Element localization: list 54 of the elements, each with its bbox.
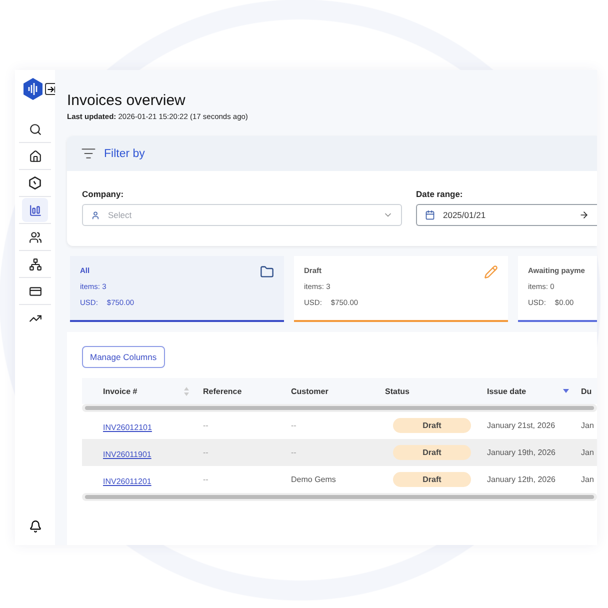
- users-icon: [28, 230, 42, 244]
- filter-header[interactable]: Filter by: [67, 136, 597, 171]
- page-title: Invoices overview: [67, 92, 186, 109]
- sidebar-item[interactable]: [22, 198, 48, 222]
- column-header[interactable]: Status: [385, 386, 479, 396]
- table-cell-text: --: [290, 448, 298, 457]
- hierarchy-icon: [28, 258, 42, 270]
- table-cell-text: Jan: [580, 448, 595, 457]
- column-header[interactable]: Du: [575, 386, 597, 396]
- home-icon: [28, 150, 42, 162]
- column-header[interactable]: Issue date: [479, 386, 575, 396]
- invoice-link[interactable]: INV26011201: [82, 476, 152, 486]
- date-input[interactable]: 2025/01/21: [441, 209, 573, 221]
- calendar-icon: [425, 210, 435, 220]
- arrow-right-icon: [579, 210, 589, 220]
- date-range-field[interactable]: 2025/01/21: [416, 204, 597, 226]
- table-cell-text: Jan: [580, 421, 595, 430]
- gauge-icon: [28, 176, 42, 190]
- invoice-link[interactable]: INV26012101: [82, 422, 152, 432]
- scrollbar[interactable]: [82, 493, 597, 501]
- notifications-button[interactable]: [28, 520, 42, 533]
- column-header[interactable]: Customer: [283, 386, 385, 396]
- table-cell-text: --: [202, 475, 210, 484]
- card-icon: [28, 284, 42, 298]
- filter-title: Filter by: [104, 148, 145, 160]
- column-header[interactable]: Reference: [195, 386, 283, 396]
- manage-columns-button[interactable]: Manage Columns: [82, 346, 165, 368]
- search-icon: [28, 122, 42, 136]
- date-range-label: Date range:: [416, 189, 464, 199]
- table-cell-text: January 21st, 2026: [486, 421, 556, 430]
- bar-chart-icon: [28, 204, 42, 216]
- table-cell-text: --: [290, 421, 298, 430]
- invoice-link[interactable]: INV26011901: [82, 450, 152, 458]
- sort-desc-icon: [563, 389, 569, 393]
- company-select[interactable]: Select: [82, 204, 402, 226]
- column-header[interactable]: Invoice #: [82, 386, 195, 396]
- table-cell-text: --: [202, 421, 210, 430]
- table-cell-text: Jan: [580, 475, 595, 484]
- company-label: Company:: [82, 189, 125, 199]
- user-icon: [91, 210, 100, 220]
- folder-icon: [260, 265, 274, 279]
- pencil-icon: [484, 265, 498, 279]
- status-badge: Draft: [393, 472, 471, 487]
- table-cell-text: --: [202, 448, 210, 457]
- logo-icon: [23, 78, 43, 100]
- filter-icon: [81, 146, 96, 161]
- status-badge: Draft: [393, 418, 471, 433]
- table-cell-text: Demo Gems: [290, 475, 337, 484]
- table-cell-text: January 19th, 2026: [486, 448, 556, 457]
- scrollbar[interactable]: [82, 404, 597, 412]
- status-badge: Draft: [393, 445, 471, 460]
- company-input[interactable]: Select: [106, 209, 377, 221]
- table-cell-text: January 12th, 2026: [486, 475, 556, 484]
- sort-icon: [184, 386, 189, 396]
